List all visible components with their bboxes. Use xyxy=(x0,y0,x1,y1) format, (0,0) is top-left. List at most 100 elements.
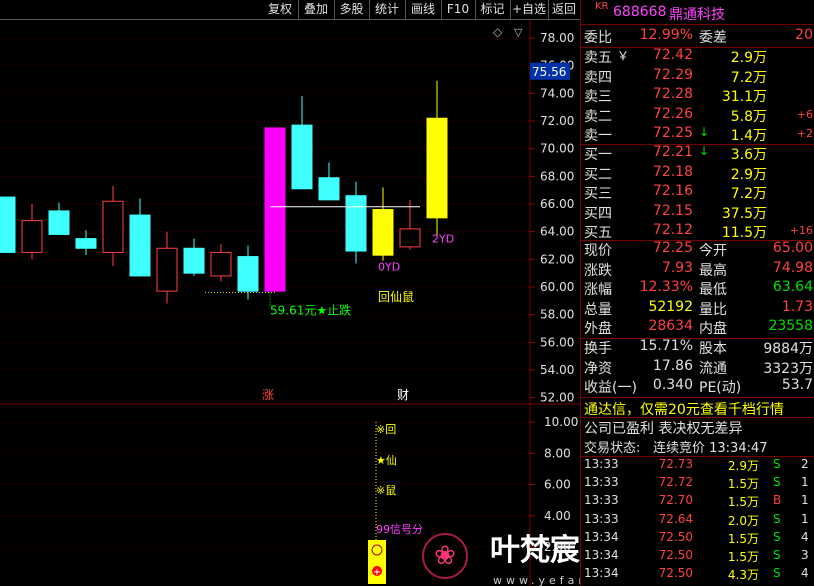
stat2-label: 流通 xyxy=(699,360,727,377)
candle-body-8[interactable] xyxy=(210,251,232,277)
toolbar-button-3[interactable]: 统计 xyxy=(369,0,406,19)
stat-value: 23558 xyxy=(768,318,813,334)
candle-body-6[interactable] xyxy=(156,247,178,292)
ask-chg-3: +6 xyxy=(796,107,813,121)
bid-vol-3: 37.5万 xyxy=(721,205,767,222)
stat2-value: 0.340 xyxy=(652,377,693,393)
zhang-marker: 涨 xyxy=(262,387,274,402)
stat-label: 现价 xyxy=(584,243,612,259)
candle-body-14[interactable] xyxy=(372,209,394,256)
bid-chg-4: +16 xyxy=(789,224,813,237)
toolbar-button-0[interactable]: 复权 xyxy=(262,0,299,19)
candle-body-15[interactable] xyxy=(399,228,421,248)
candle-body-13[interactable] xyxy=(345,195,367,252)
tick-price: 72.70 xyxy=(658,493,693,508)
candle-body-11[interactable] xyxy=(291,124,313,190)
bid-label-2: 买三 xyxy=(584,186,612,202)
candle-body-0[interactable] xyxy=(0,196,16,253)
huixianshu-label: 回仙鼠 xyxy=(378,290,414,304)
tick-vol: 1.5万 xyxy=(727,531,759,546)
candle-body-12[interactable] xyxy=(318,177,340,201)
kline-chart[interactable]: 78.0076.0074.0072.0070.0068.0066.0064.00… xyxy=(0,20,580,586)
stat2-value: 53.7 xyxy=(781,377,813,393)
ask-label-0: 卖五 xyxy=(584,50,612,66)
bid-price-3: 72.15 xyxy=(652,202,693,219)
weibi-value: 12.99% xyxy=(639,27,693,43)
code-prefix: KR xyxy=(595,1,609,12)
bid-price-2: 72.16 xyxy=(652,183,693,199)
price-tick-label: 78.00 xyxy=(540,31,574,45)
stat-value: 52192 xyxy=(648,298,693,315)
toolbar-button-7[interactable]: +自选 xyxy=(510,0,549,19)
toolbar-button-1[interactable]: 叠加 xyxy=(298,0,335,19)
stat-label: 最低 xyxy=(699,282,727,298)
price-tick-label: 58.00 xyxy=(540,308,574,322)
ask-chg-4: +2 xyxy=(796,127,813,140)
stat-value: 28634 xyxy=(648,318,693,334)
toolbar-button-4[interactable]: 画线 xyxy=(405,0,442,19)
tick-time: 13:34 xyxy=(584,529,619,544)
ask-price-1: 72.29 xyxy=(652,66,693,83)
candle-body-9[interactable] xyxy=(237,256,259,292)
stat-label: 今开 xyxy=(699,243,727,259)
candle-body-4[interactable] xyxy=(102,200,124,253)
candle-body-2[interactable] xyxy=(48,210,70,235)
candle-body-3[interactable] xyxy=(75,238,97,249)
stat-label: 量比 xyxy=(699,301,727,318)
tick-count: 3 xyxy=(801,548,809,562)
candle-body-10[interactable] xyxy=(264,127,286,292)
tick-time: 13:33 xyxy=(584,457,619,471)
stat-value: 1.73 xyxy=(781,298,813,315)
stock-terminal: 复权叠加多股统计画线F10标记+自选返回 78.0076.0074.0072.0… xyxy=(0,0,814,586)
tick-count: 1 xyxy=(801,475,809,490)
weicha-value: 20 xyxy=(795,27,813,43)
stat-value: 7.93 xyxy=(661,259,693,276)
candle-body-1[interactable] xyxy=(21,220,43,253)
toolbar-button-2[interactable]: 多股 xyxy=(334,0,370,19)
stat2-value: 17.86 xyxy=(652,357,693,374)
ask-vol-1: 7.2万 xyxy=(730,69,767,86)
watermark-text: 叶梵宸指标公式网 xyxy=(490,533,580,568)
tick-vol: 2.9万 xyxy=(727,459,759,473)
candle-body-5[interactable] xyxy=(129,214,151,277)
ask-price-4: 72.25 xyxy=(652,125,693,141)
indicator-tick-label: 8.00 xyxy=(544,446,571,460)
tick-side: S xyxy=(773,457,781,471)
ask-price-3: 72.26 xyxy=(652,105,693,122)
tick-time: 13:33 xyxy=(584,511,619,526)
stat2-label: 净资 xyxy=(584,360,612,377)
toolbar-button-8[interactable]: 返回 xyxy=(548,0,581,19)
tick-count: 2 xyxy=(801,457,809,471)
price-tick-label: 68.00 xyxy=(540,169,574,183)
candle-body-16[interactable] xyxy=(426,117,448,219)
stat-label: 外盘 xyxy=(584,321,612,337)
stat-label: 涨幅 xyxy=(584,282,612,298)
bid-label-4: 买五 xyxy=(584,225,612,241)
stat-label: 涨跌 xyxy=(584,262,612,279)
stat-value: 72.25 xyxy=(652,240,693,256)
bid-label-3: 买四 xyxy=(584,205,612,222)
stock-name: 鼎通科技 xyxy=(669,7,725,23)
stat-value: 74.98 xyxy=(772,259,813,276)
bid-label-1: 买二 xyxy=(584,166,612,183)
tick-count: 4 xyxy=(801,529,809,544)
tick-side: S xyxy=(773,566,781,581)
price-tick-label: 66.00 xyxy=(540,197,574,211)
price-tick-label: 62.00 xyxy=(540,252,574,266)
stat2-label: PE(动) xyxy=(699,380,742,396)
ask-price-2: 72.28 xyxy=(652,86,693,102)
bid-vol-0: 3.6万 xyxy=(730,147,767,163)
upgrade-notice-link[interactable]: 通达信，仅需20元查看千档行情 xyxy=(584,399,784,419)
price-tick-label: 72.00 xyxy=(540,114,574,128)
toolbar-button-5[interactable]: F10 xyxy=(441,0,476,19)
tick-time: 13:33 xyxy=(584,475,619,490)
price-tick-label: 56.00 xyxy=(540,335,574,349)
stat-label: 总量 xyxy=(584,301,612,318)
signal-xian: ★仙 xyxy=(376,454,397,467)
stat-value: 12.33% xyxy=(639,279,693,295)
tick-price: 72.72 xyxy=(658,475,693,490)
toolbar-button-6[interactable]: 标记 xyxy=(475,0,511,19)
dropdown-icon: ▽ xyxy=(514,26,523,39)
candle-body-7[interactable] xyxy=(183,247,205,274)
ask-label-2: 卖三 xyxy=(584,89,612,105)
